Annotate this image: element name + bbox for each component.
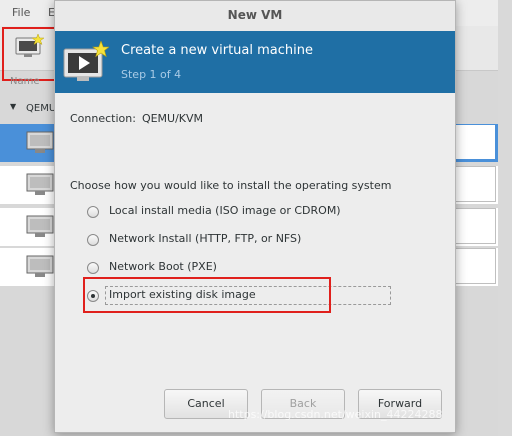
- vm-list-cell: [450, 248, 496, 284]
- menu-file[interactable]: File: [12, 6, 30, 19]
- vm-monitor-icon: [26, 215, 54, 237]
- vm-monitor-icon: [26, 255, 54, 277]
- connection-group[interactable]: ▼ QEMU/: [0, 100, 60, 118]
- window-edge: [498, 0, 512, 436]
- watermark-text: https://blog.csdn.net/weixin_44224288: [228, 408, 443, 421]
- annotation-highlight-import: [83, 277, 331, 313]
- new-vm-dialog: New VM Create a new virtual machine Step…: [54, 0, 456, 433]
- banner-title: Create a new virtual machine: [121, 43, 313, 58]
- radio-button[interactable]: [87, 234, 99, 246]
- vm-list-cell: [450, 166, 496, 202]
- wizard-banner: Create a new virtual machine Step 1 of 4: [55, 31, 455, 93]
- banner-step: Step 1 of 4: [121, 68, 182, 81]
- vm-monitor-icon: [26, 131, 54, 153]
- option-label[interactable]: Network Install (HTTP, FTP, or NFS): [109, 232, 301, 245]
- option-label[interactable]: Network Boot (PXE): [109, 260, 217, 273]
- name-column-header[interactable]: Name: [0, 76, 56, 94]
- install-method-question: Choose how you would like to install the…: [70, 179, 392, 192]
- connection-value: QEMU/KVM: [141, 112, 204, 125]
- dialog-title: New VM: [227, 8, 283, 22]
- vm-list-cell: [450, 208, 496, 244]
- vm-monitor-icon: [26, 173, 54, 195]
- vm-list-cell: [450, 124, 496, 160]
- new-vm-icon: [63, 41, 109, 81]
- connection-label: Connection:: [70, 112, 136, 125]
- radio-button[interactable]: [87, 206, 99, 218]
- connection-row: Connection: QEMU/KVM: [70, 112, 203, 125]
- dialog-titlebar[interactable]: New VM: [55, 1, 455, 32]
- radio-button[interactable]: [87, 262, 99, 274]
- expander-down-icon[interactable]: ▼: [10, 102, 16, 111]
- option-label[interactable]: Local install media (ISO image or CDROM): [109, 204, 341, 217]
